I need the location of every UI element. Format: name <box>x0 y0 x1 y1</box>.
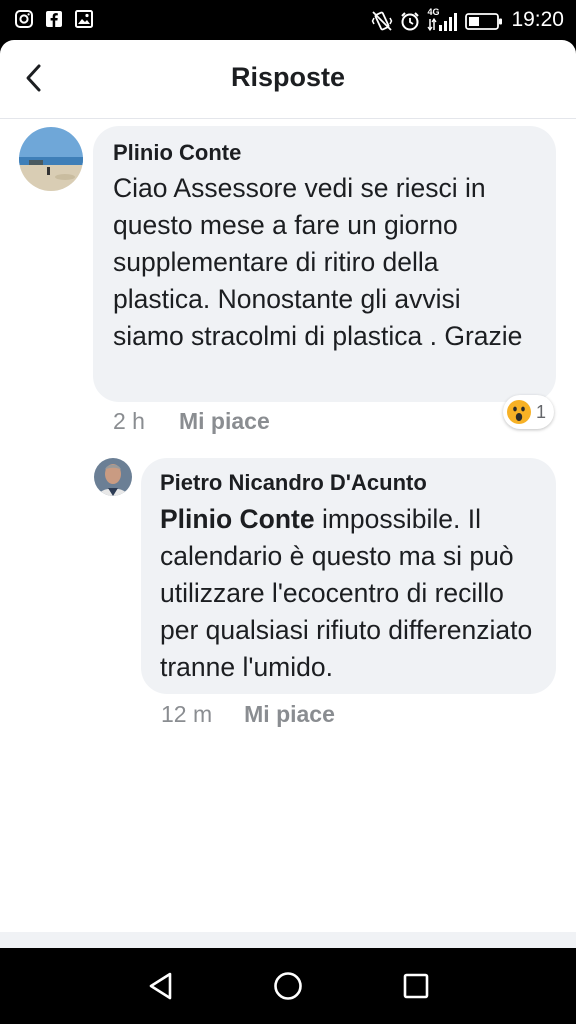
replies-header: Risposte <box>0 40 576 119</box>
comment-bubble[interactable]: Plinio Conte Ciao Assessore vedi se ries… <box>93 126 556 402</box>
status-bar: 4G 19:20 <box>0 0 576 40</box>
status-right-icons: 4G 19:20 <box>371 6 564 34</box>
reply-author[interactable]: Pietro Nicandro D'Acunto <box>160 470 537 496</box>
vibrate-icon <box>371 10 393 31</box>
reply-timestamp[interactable]: 12 m <box>161 701 212 728</box>
wow-emoji-icon <box>507 400 531 424</box>
nav-back-button[interactable] <box>141 966 181 1006</box>
back-triangle-icon <box>149 972 172 1000</box>
nav-home-button[interactable] <box>268 966 308 1006</box>
page-title: Risposte <box>230 62 346 92</box>
status-time: 19:20 <box>511 8 564 31</box>
reply-like-button[interactable]: Mi piace <box>244 701 335 728</box>
replies-sheet: Risposte Plinio Conte Ciao Assessore ved… <box>0 40 576 948</box>
status-left-icons <box>14 9 94 29</box>
avatar-pietro-nicandro[interactable] <box>94 458 132 496</box>
comment-timestamp[interactable]: 2 h <box>113 408 145 435</box>
like-button[interactable]: Mi piace <box>179 408 270 435</box>
reply-meta: 12 m Mi piace <box>161 701 335 728</box>
network-type: 4G <box>427 7 440 17</box>
comment-text: Ciao Assessore vedi se riesci in questo … <box>113 173 523 351</box>
sheet-bottom-divider <box>0 932 576 948</box>
alarm-icon <box>399 10 420 31</box>
mention-link[interactable]: Plinio Conte <box>160 504 315 534</box>
reaction-badge[interactable]: 1 <box>503 395 555 429</box>
signal-icon: 4G <box>427 7 458 32</box>
battery-icon <box>465 10 503 30</box>
comment-meta: 2 h Mi piace <box>113 408 270 435</box>
comment-author[interactable]: Plinio Conte <box>113 140 536 166</box>
reply-bubble[interactable]: Pietro Nicandro D'Acunto Plinio Conte im… <box>141 458 556 694</box>
system-nav-bar <box>0 948 576 1024</box>
reaction-count: 1 <box>536 401 547 422</box>
facebook-icon <box>44 9 64 29</box>
recents-square-icon <box>403 973 429 999</box>
reply-text-block: Plinio Conte impossibile. Il calendario … <box>160 501 537 686</box>
gallery-icon <box>74 9 94 29</box>
home-circle-icon <box>274 972 302 1000</box>
nav-recents-button[interactable] <box>396 966 436 1006</box>
app-root: 4G 19:20 Risposte Plinio Conte Ciao Asse… <box>0 0 576 1024</box>
instagram-icon <box>14 9 34 29</box>
avatar-plinio-conte[interactable] <box>19 127 83 191</box>
